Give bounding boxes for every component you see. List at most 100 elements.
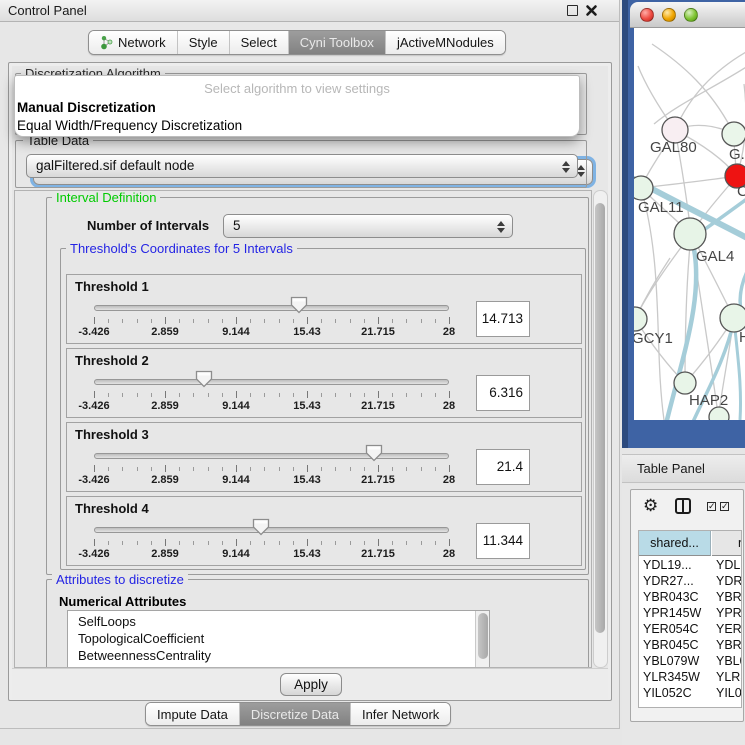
tick-mark — [321, 467, 322, 471]
slider-thumb[interactable] — [290, 296, 308, 314]
tick-mark — [406, 541, 407, 545]
tick-mark — [421, 393, 422, 397]
float-window-icon[interactable] — [567, 5, 578, 16]
tick-mark — [378, 539, 379, 546]
tick-mark — [435, 393, 436, 397]
list-item[interactable]: BetweennessCentrality — [68, 647, 489, 664]
tab-impute-data[interactable]: Impute Data — [146, 703, 239, 725]
minimize-traffic-light-icon[interactable] — [662, 8, 676, 22]
apply-button[interactable]: Apply — [280, 673, 342, 696]
table-row[interactable]: YBR045CYBR045C — [639, 637, 742, 653]
zoom-traffic-light-icon[interactable] — [684, 8, 698, 22]
tick-mark — [122, 319, 123, 323]
tick-mark — [279, 319, 280, 323]
tick-mark — [179, 319, 180, 323]
network-node-g-[interactable] — [722, 122, 745, 146]
table-cell: YER054C — [716, 621, 742, 637]
table-cell: YDL19... — [716, 557, 742, 573]
tick-mark — [165, 539, 166, 546]
slider-thumb[interactable] — [365, 444, 383, 462]
algorithm-option-equal-width-frequency-discretization[interactable]: Equal Width/Frequency Discretization — [17, 117, 577, 134]
split-pane-icon[interactable] — [675, 498, 691, 514]
column-header-shared-[interactable]: shared... — [639, 531, 711, 556]
table-cell: YBL079W — [643, 653, 709, 669]
checkbox-checked-icon[interactable]: ✓ — [707, 502, 716, 511]
table-row[interactable]: YDR27...YDR27... — [639, 573, 742, 589]
network-node-hap2[interactable] — [674, 372, 696, 394]
threshold-value-input[interactable]: 21.4 — [476, 449, 530, 485]
network-edge[interactable] — [641, 188, 664, 420]
network-node-gal11[interactable] — [634, 176, 653, 200]
algorithm-option-manual-discretization[interactable]: Manual Discretization — [17, 99, 577, 116]
vertical-scrollbar[interactable] — [593, 190, 608, 668]
tab-network[interactable]: Network — [89, 31, 177, 54]
tab-cyni-toolbox[interactable]: Cyni Toolbox — [288, 31, 385, 54]
slider-thumb[interactable] — [195, 370, 213, 388]
attributes-group: Numerical Attributes SelfLoopsTopologica… — [46, 579, 589, 668]
table-row[interactable]: YDL19...YDL19... — [639, 557, 742, 573]
network-edge[interactable] — [652, 44, 734, 134]
tab-select[interactable]: Select — [229, 31, 288, 54]
tab-infer-network[interactable]: Infer Network — [350, 703, 450, 725]
table-row[interactable]: YER054C YER054C — [639, 621, 742, 637]
tick-mark — [350, 319, 351, 323]
tab-discretize-data[interactable]: Discretize Data — [239, 703, 350, 725]
tick-mark — [236, 465, 237, 472]
threshold-value-input[interactable]: 11.344 — [476, 523, 530, 559]
num-intervals-spinner[interactable]: 5 — [223, 214, 513, 238]
attributes-group-label: Attributes to discretize — [52, 572, 188, 587]
table-row[interactable]: YPR145WYPR145W — [639, 605, 742, 621]
threshold-value-input[interactable]: 6.316 — [476, 375, 530, 411]
tab-jactivemnodules[interactable]: jActiveMNodules — [385, 31, 505, 54]
tick-mark — [449, 317, 450, 324]
network-edge[interactable] — [641, 176, 737, 188]
scrollbar-thumb[interactable] — [595, 203, 605, 633]
table-data-combo[interactable]: galFiltered.sif default node — [26, 154, 578, 178]
table-row[interactable]: YBR043CYBR043C — [639, 589, 742, 605]
list-item[interactable]: SelfLoops — [68, 613, 489, 630]
threshold-value-input[interactable]: 14.713 — [476, 301, 530, 337]
tick-mark — [122, 467, 123, 471]
list-vertical-scrollbar[interactable] — [475, 611, 489, 668]
numerical-attributes-list[interactable]: SelfLoopsTopologicalCoefficientBetweenne… — [67, 610, 490, 668]
tick-mark — [264, 541, 265, 545]
checkbox-checked-icon[interactable]: ✓ — [720, 502, 729, 511]
tick-label: 9.144 — [206, 400, 266, 412]
tick-label: -3.426 — [64, 548, 124, 560]
network-edge[interactable] — [654, 64, 745, 124]
network-edge[interactable] — [675, 52, 745, 130]
network-edge[interactable] — [685, 234, 691, 383]
close-traffic-light-icon[interactable] — [640, 8, 654, 22]
close-icon[interactable] — [585, 4, 598, 17]
tick-mark — [350, 393, 351, 397]
bottom-tab-bar: Impute DataDiscretize DataInfer Network — [145, 702, 451, 726]
table-cell: YER054C — [643, 621, 709, 637]
tick-mark — [435, 541, 436, 545]
tick-mark — [108, 393, 109, 397]
table-row[interactable]: YBL079WYBL079W — [639, 653, 742, 669]
network-node-gcy1[interactable] — [634, 307, 647, 331]
tick-mark — [208, 467, 209, 471]
node-label: GAL80 — [650, 139, 697, 156]
slider-thumb[interactable] — [252, 518, 270, 536]
network-node-h[interactable] — [720, 304, 745, 332]
interval-definition-group: Number of Intervals 5 Threshold 1-3.4262… — [46, 197, 589, 575]
scrollbar-thumb[interactable] — [478, 613, 488, 659]
tab-style[interactable]: Style — [177, 31, 229, 54]
tick-mark — [279, 393, 280, 397]
table-row[interactable]: YLR345WYLR345W — [639, 669, 742, 685]
tick-mark — [236, 317, 237, 324]
tick-label: 28 — [419, 474, 479, 486]
tick-mark — [94, 391, 95, 398]
tick-mark — [449, 391, 450, 398]
node-table: shared...n YDL19...YDL19...YDR27...YDR27… — [638, 530, 742, 708]
table-row[interactable]: YIL052CYIL052C — [639, 685, 742, 701]
tick-mark — [250, 541, 251, 545]
network-canvas[interactable]: GAL80G.CGAL11GAL4GCY1HHAP2 — [634, 28, 745, 420]
gear-icon[interactable]: ⚙ — [643, 496, 658, 516]
table-panel-area: ⚙ ✓ ✓ shared...n YDL19...YDL19...YDR27..… — [622, 484, 745, 745]
column-header-n[interactable]: n — [712, 531, 742, 556]
network-node-gal4[interactable] — [674, 218, 706, 250]
panel-title: Control Panel — [8, 3, 87, 18]
list-item[interactable]: TopologicalCoefficient — [68, 630, 489, 647]
